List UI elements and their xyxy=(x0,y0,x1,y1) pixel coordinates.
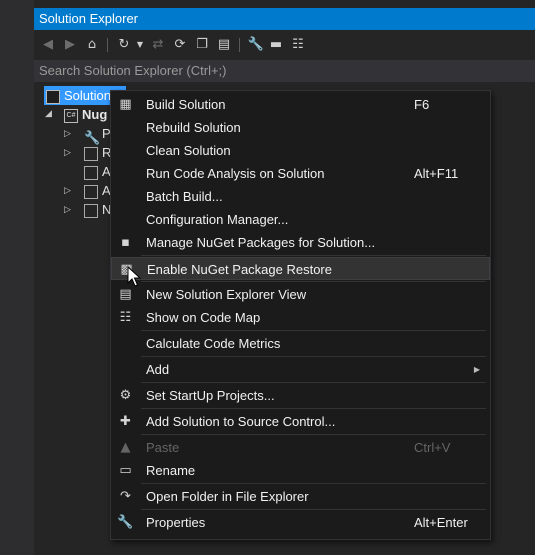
menu-item-label: Clean Solution xyxy=(146,143,231,158)
new-view-icon: ▤ xyxy=(119,287,132,302)
file-icon xyxy=(84,203,98,218)
menu-item-label: Enable NuGet Package Restore xyxy=(147,262,332,277)
menu-item-run-code-analysis-on-solution[interactable]: Run Code Analysis on Solution Alt+F11 xyxy=(111,162,490,185)
menu-item-add-solution-to-source-control[interactable]: ✚ Add Solution to Source Control... xyxy=(111,410,490,433)
paste-icon: ▲ xyxy=(120,440,131,455)
menu-item-label: Add Solution to Source Control... xyxy=(146,414,336,429)
tree-child[interactable]: 🔧 P xyxy=(84,124,111,145)
file-icon xyxy=(84,184,98,199)
tree-child[interactable]: A xyxy=(84,181,111,200)
menu-item-build-solution[interactable]: ▦ Build Solution F6 xyxy=(111,93,490,116)
menu-item-label: Properties xyxy=(146,515,206,530)
menu-item-label: Rebuild Solution xyxy=(146,120,241,135)
solution-icon xyxy=(46,89,60,104)
tree-item-project[interactable]: C# Nug xyxy=(64,105,107,124)
menu-item-label: Batch Build... xyxy=(146,189,223,204)
menu-separator xyxy=(141,434,486,435)
menu-item-show-on-code-map[interactable]: ☷ Show on Code Map xyxy=(111,306,490,329)
show-all-files-icon[interactable]: ▤ xyxy=(214,34,234,56)
home-icon[interactable]: ⌂ xyxy=(82,34,102,56)
menu-item-new-solution-explorer-view[interactable]: ▤ New Solution Explorer View xyxy=(111,283,490,306)
code-map-icon: ☷ xyxy=(119,310,132,325)
sync-icon[interactable]: ⇄ xyxy=(148,34,168,56)
menu-item-open-folder-in-file-explorer[interactable]: ↷ Open Folder in File Explorer xyxy=(111,485,490,508)
menu-item-rename[interactable]: ▭ Rename xyxy=(111,459,490,482)
solution-label: Solution xyxy=(64,88,111,103)
menu-item-shortcut: Alt+Enter xyxy=(414,515,468,530)
menu-item-label: Run Code Analysis on Solution xyxy=(146,166,325,181)
menu-item-properties[interactable]: 🔧 Properties Alt+Enter xyxy=(111,511,490,534)
build-icon: ▦ xyxy=(119,97,132,112)
collapse-arrow-icon[interactable]: ▷ xyxy=(64,186,71,196)
refresh-icon[interactable]: ⟳ xyxy=(170,34,190,56)
collapse-all-icon[interactable]: ❐ xyxy=(192,34,212,56)
wrench-icon: 🔧 xyxy=(117,515,134,530)
menu-item-label: Build Solution xyxy=(146,97,226,112)
search-input[interactable]: Search Solution Explorer (Ctrl+;) xyxy=(34,60,535,82)
mouse-cursor-icon xyxy=(127,266,141,287)
preview-icon[interactable]: ▬ xyxy=(266,34,286,56)
toolbar-separator xyxy=(239,38,240,52)
chevron-down-icon[interactable]: ▼ xyxy=(130,34,150,56)
csharp-project-icon: C# xyxy=(64,108,78,123)
menu-item-label: Calculate Code Metrics xyxy=(146,336,281,351)
menu-item-rebuild-solution[interactable]: Rebuild Solution xyxy=(111,116,490,139)
menu-separator xyxy=(141,408,486,409)
wrench-icon: 🔧 xyxy=(84,129,101,145)
menu-item-label: Set StartUp Projects... xyxy=(146,388,275,403)
menu-separator xyxy=(141,255,486,256)
left-editor-strip xyxy=(0,0,34,555)
collapse-arrow-icon[interactable]: ▷ xyxy=(64,129,71,139)
menu-item-manage-nuget-packages-for-solution[interactable]: ▪ Manage NuGet Packages for Solution... xyxy=(111,231,490,254)
menu-separator xyxy=(141,509,486,510)
class-view-icon[interactable]: ☷ xyxy=(288,34,308,56)
menu-item-clean-solution[interactable]: Clean Solution xyxy=(111,139,490,162)
menu-item-enable-nuget-package-restore[interactable]: ▩ Enable NuGet Package Restore xyxy=(111,257,490,280)
toolbar-separator xyxy=(107,38,108,52)
menu-item-label: Show on Code Map xyxy=(146,310,261,325)
menu-item-set-startup-projects[interactable]: ⚙ Set StartUp Projects... xyxy=(111,384,490,407)
menu-item-label: Paste xyxy=(146,440,180,455)
references-icon xyxy=(84,146,98,161)
menu-separator xyxy=(141,382,486,383)
menu-item-label: Rename xyxy=(146,463,196,478)
back-icon[interactable]: ◀ xyxy=(38,34,58,56)
menu-item-calculate-code-metrics[interactable]: Calculate Code Metrics xyxy=(111,332,490,355)
panel-title: Solution Explorer xyxy=(34,8,535,30)
menu-item-paste: ▲ Paste Ctrl+V xyxy=(111,436,490,459)
project-label: Nug xyxy=(82,107,108,122)
menu-item-label: Add xyxy=(146,362,170,377)
menu-item-label: Configuration Manager... xyxy=(146,212,289,227)
collapse-arrow-icon[interactable]: ▷ xyxy=(64,148,71,158)
menu-item-shortcut: F6 xyxy=(414,97,430,112)
menu-item-batch-build[interactable]: Batch Build... xyxy=(111,185,490,208)
add-source-control-icon: ✚ xyxy=(120,414,131,429)
nuget-icon: ▪ xyxy=(121,235,130,250)
tree-child[interactable]: A xyxy=(84,162,111,181)
open-folder-icon: ↷ xyxy=(120,489,131,504)
menu-item-add[interactable]: Add ▶ xyxy=(111,358,490,381)
file-icon xyxy=(84,165,98,180)
menu-separator xyxy=(141,281,486,282)
tree-child[interactable]: R xyxy=(84,143,111,162)
menu-separator xyxy=(141,330,486,331)
menu-separator xyxy=(141,356,486,357)
menu-item-label: New Solution Explorer View xyxy=(146,287,307,302)
collapse-arrow-icon[interactable]: ▷ xyxy=(64,205,71,215)
context-menu: ▦ Build Solution F6 Rebuild Solution Clean S… xyxy=(110,90,491,540)
expand-arrow-icon[interactable]: ◢ xyxy=(45,109,52,119)
rename-icon: ▭ xyxy=(119,463,132,478)
submenu-arrow-icon: ▶ xyxy=(473,365,480,374)
menu-item-configuration-manager[interactable]: Configuration Manager... xyxy=(111,208,490,231)
tree-child[interactable]: N xyxy=(84,200,111,219)
menu-item-label: Manage NuGet Packages for Solution... xyxy=(146,235,376,250)
menu-item-shortcut: Alt+F11 xyxy=(414,166,459,181)
menu-item-label: Open Folder in File Explorer xyxy=(146,489,309,504)
menu-item-shortcut: Ctrl+V xyxy=(414,440,451,455)
menu-separator xyxy=(141,483,486,484)
forward-icon[interactable]: ▶ xyxy=(60,34,80,56)
properties-icon[interactable]: 🔧 xyxy=(246,34,266,56)
solution-explorer-toolbar: ◀ ▶ ⌂ ↻ ▼ ⇄ ⟳ ❐ ▤ 🔧 ▬ ☷ xyxy=(34,34,535,56)
gear-icon: ⚙ xyxy=(119,388,132,403)
